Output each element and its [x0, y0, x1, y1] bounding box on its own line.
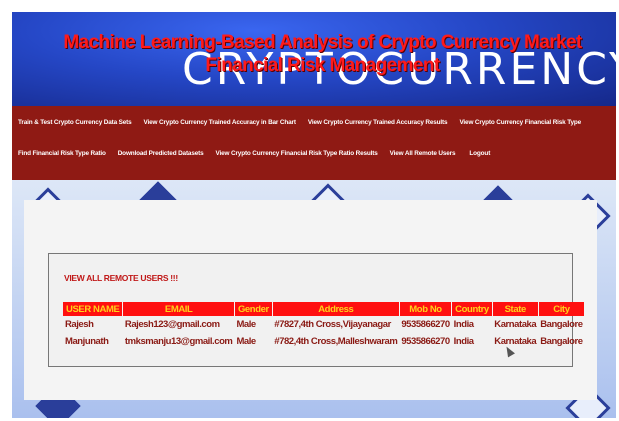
header-banner: CRYPTOCURRENCY Machine Learning-Based An… [12, 12, 616, 106]
column-header-user-name: USER NAME [63, 302, 124, 316]
column-header-mob-no: Mob No [399, 302, 453, 316]
page-title: Machine Learning-Based Analysis of Crypt… [63, 32, 582, 76]
cell-address: #782,4th Cross,Malleshwaram [274, 336, 398, 347]
cell-country: India [453, 319, 474, 330]
cell-state: Karnataka [494, 336, 537, 347]
cell-gender: Male [236, 336, 256, 347]
cell-user-name: Manjunath [65, 336, 109, 347]
column-header-address: Address [272, 302, 400, 316]
section-heading: VIEW ALL REMOTE USERS !!! [64, 273, 178, 283]
nav-find-risk-type-ratio[interactable]: Find Financial Risk Type Ratio [18, 150, 106, 157]
cell-mob-no: 9535866270 [401, 336, 450, 347]
table-row: Rajesh Rajesh123@gmail.com Male #7827,4t… [63, 316, 585, 333]
remote-users-table: USER NAME EMAIL Gender Address Mob No Co… [63, 302, 586, 350]
cell-gender: Male [236, 319, 256, 330]
nav-trained-accuracy-results[interactable]: View Crypto Currency Trained Accuracy Re… [308, 119, 448, 126]
cell-email: Rajesh123@gmail.com [124, 319, 220, 330]
nav-logout[interactable]: Logout [469, 150, 490, 157]
cell-email: tmksmanju13@gmail.com [124, 336, 233, 347]
nav-view-all-remote-users[interactable]: View All Remote Users [390, 150, 456, 157]
cell-city: Bangalore [540, 319, 583, 330]
nav-risk-type-ratio-results[interactable]: View Crypto Currency Financial Risk Type… [216, 150, 378, 157]
cell-address: #7827,4th Cross,Vijayanagar [274, 319, 391, 330]
nav-row-2: Find Financial Risk Type Ratio Download … [18, 150, 490, 157]
column-header-city: City [538, 302, 586, 316]
column-header-gender: Gender [234, 302, 273, 316]
cell-state: Karnataka [494, 319, 537, 330]
cell-user-name: Rajesh [65, 319, 94, 330]
cell-country: India [453, 336, 474, 347]
column-header-state: State [492, 302, 539, 316]
nav-trained-accuracy-bar-chart[interactable]: View Crypto Currency Trained Accuracy in… [144, 119, 296, 126]
cell-city: Bangalore [540, 336, 583, 347]
nav-financial-risk-type[interactable]: View Crypto Currency Financial Risk Type [459, 119, 581, 126]
cell-mob-no: 9535866270 [401, 319, 450, 330]
column-header-email: EMAIL [122, 302, 235, 316]
table-header-row: USER NAME EMAIL Gender Address Mob No Co… [63, 302, 586, 316]
column-header-country: Country [451, 302, 493, 316]
main-nav: Train & Test Crypto Currency Data Sets V… [12, 106, 616, 180]
nav-row-1: Train & Test Crypto Currency Data Sets V… [18, 119, 581, 126]
nav-train-test-datasets[interactable]: Train & Test Crypto Currency Data Sets [18, 119, 132, 126]
nav-download-predicted-datasets[interactable]: Download Predicted Datasets [118, 150, 204, 157]
